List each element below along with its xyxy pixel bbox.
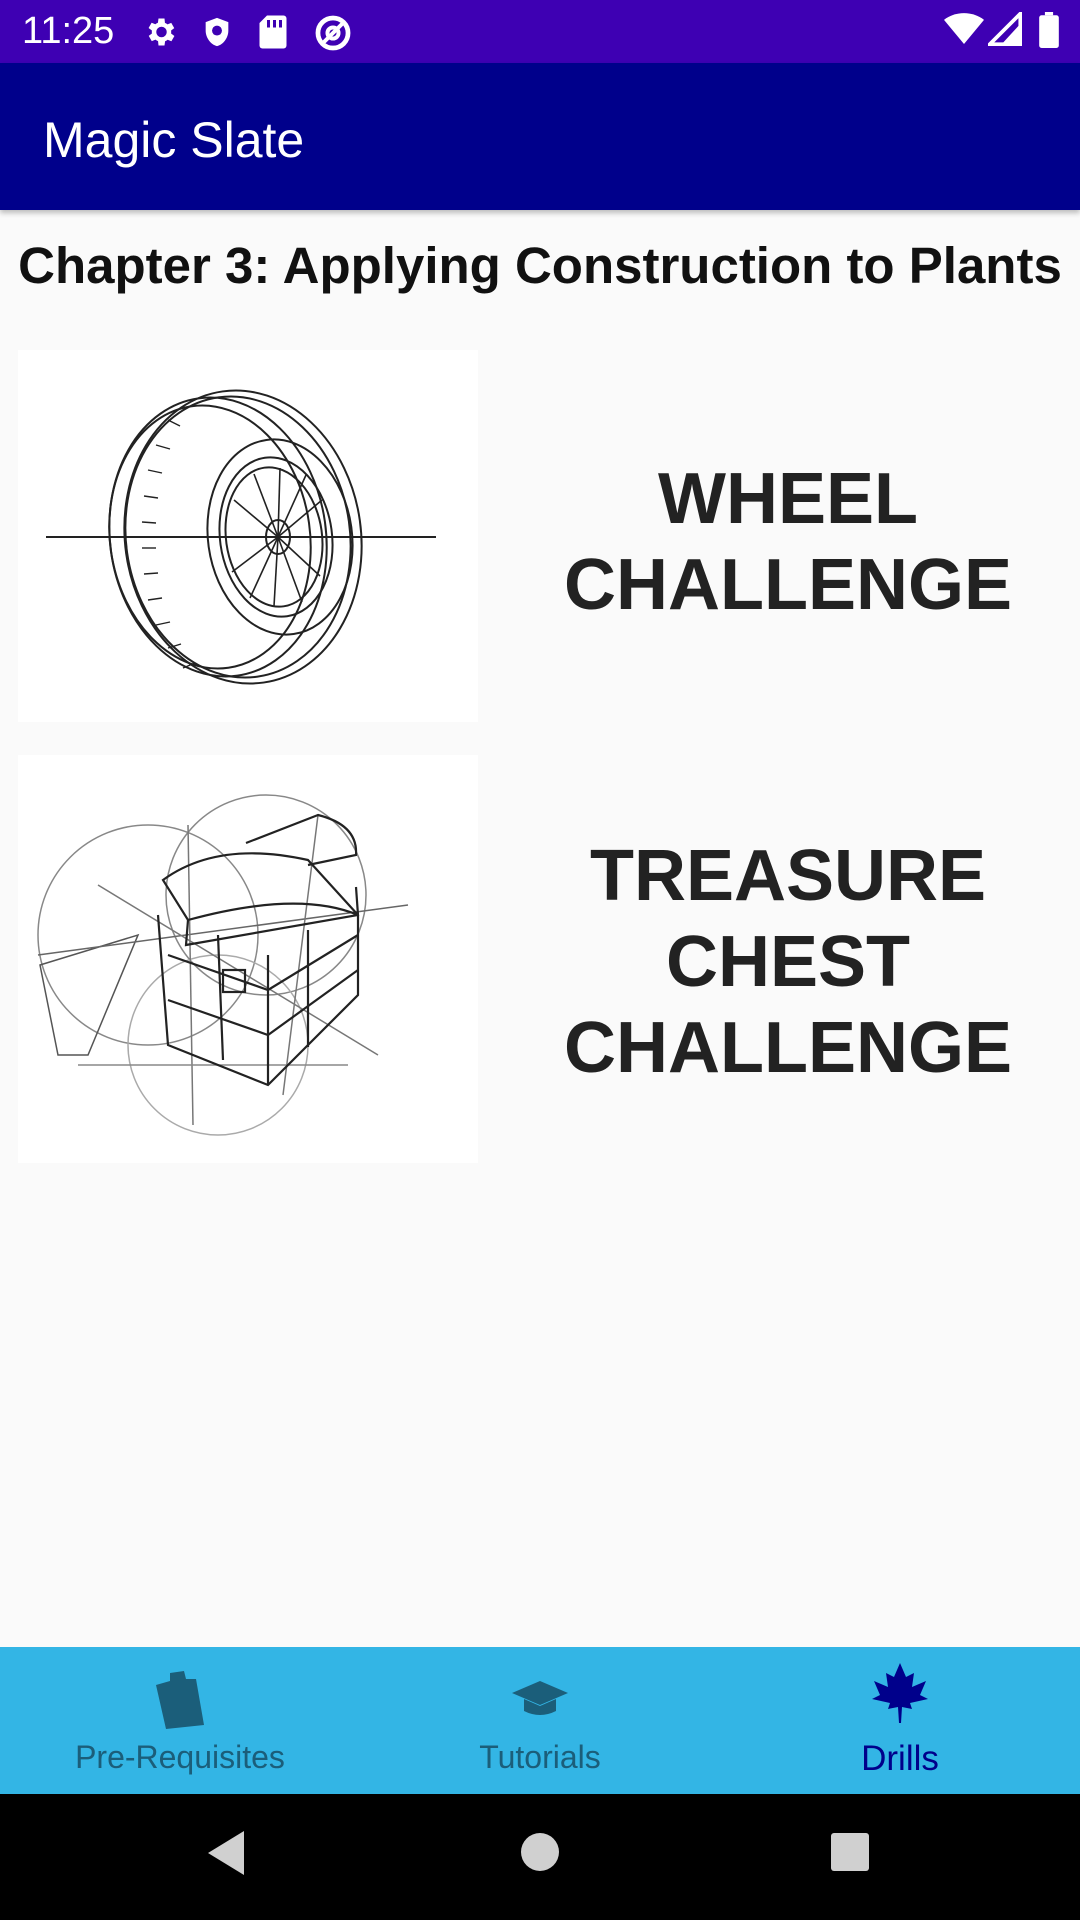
clipboard-icon bbox=[152, 1667, 208, 1736]
wheel-label-line-2: CHALLENGE bbox=[564, 545, 1012, 625]
treasure-chest-sketch-image[interactable] bbox=[18, 755, 478, 1163]
treasure-label-line-2: CHEST bbox=[665, 922, 911, 1002]
nav-item-tutorials[interactable]: Tutorials bbox=[360, 1647, 720, 1794]
wifi-icon bbox=[944, 12, 984, 51]
wheel-sketch bbox=[46, 389, 436, 685]
chapter-title: Chapter 3: Applying Construction to Plan… bbox=[18, 237, 1062, 294]
at-sign-icon bbox=[314, 14, 352, 57]
treasure-chest-challenge-label[interactable]: TREASURE CHEST CHALLENGE bbox=[498, 833, 1078, 1091]
graduation-cap-icon bbox=[510, 1679, 570, 1724]
sd-card-icon bbox=[258, 14, 288, 55]
app-bar: Magic Slate bbox=[0, 63, 1080, 210]
drill-card-treasure-chest[interactable]: TREASURE CHEST CHALLENGE bbox=[18, 755, 1062, 1163]
maple-leaf-icon bbox=[870, 1661, 930, 1730]
back-icon[interactable] bbox=[204, 1827, 248, 1884]
cell-signal-icon bbox=[985, 9, 1023, 51]
gear-icon bbox=[142, 14, 178, 55]
shield-icon bbox=[200, 14, 234, 55]
nav-label-pre-requisites: Pre-Requisites bbox=[75, 1739, 285, 1775]
treasure-chest-sketch bbox=[37, 794, 409, 1136]
system-navigation-bar bbox=[0, 1794, 1080, 1920]
wheel-label-line-1: WHEEL bbox=[658, 459, 918, 539]
home-icon[interactable] bbox=[520, 1832, 560, 1877]
battery-icon bbox=[1038, 12, 1060, 53]
status-time: 11:25 bbox=[22, 10, 115, 52]
wheel-challenge-label[interactable]: WHEEL CHALLENGE bbox=[498, 456, 1078, 628]
bottom-navigation: Pre-Requisites Tutorials Drills bbox=[0, 1647, 1080, 1794]
recents-icon[interactable] bbox=[830, 1832, 870, 1877]
nav-label-drills: Drills bbox=[861, 1739, 939, 1778]
nav-item-drills[interactable]: Drills bbox=[720, 1647, 1080, 1794]
wheel-sketch-image[interactable] bbox=[18, 350, 478, 722]
nav-label-tutorials: Tutorials bbox=[479, 1739, 601, 1775]
status-bar: 11:25 bbox=[0, 0, 1080, 63]
drill-card-wheel[interactable]: WHEEL CHALLENGE bbox=[18, 350, 1062, 722]
nav-item-pre-requisites[interactable]: Pre-Requisites bbox=[0, 1647, 360, 1794]
treasure-label-line-3: CHALLENGE bbox=[564, 1008, 1012, 1088]
app-title: Magic Slate bbox=[43, 112, 305, 168]
treasure-label-line-1: TREASURE bbox=[589, 836, 987, 916]
